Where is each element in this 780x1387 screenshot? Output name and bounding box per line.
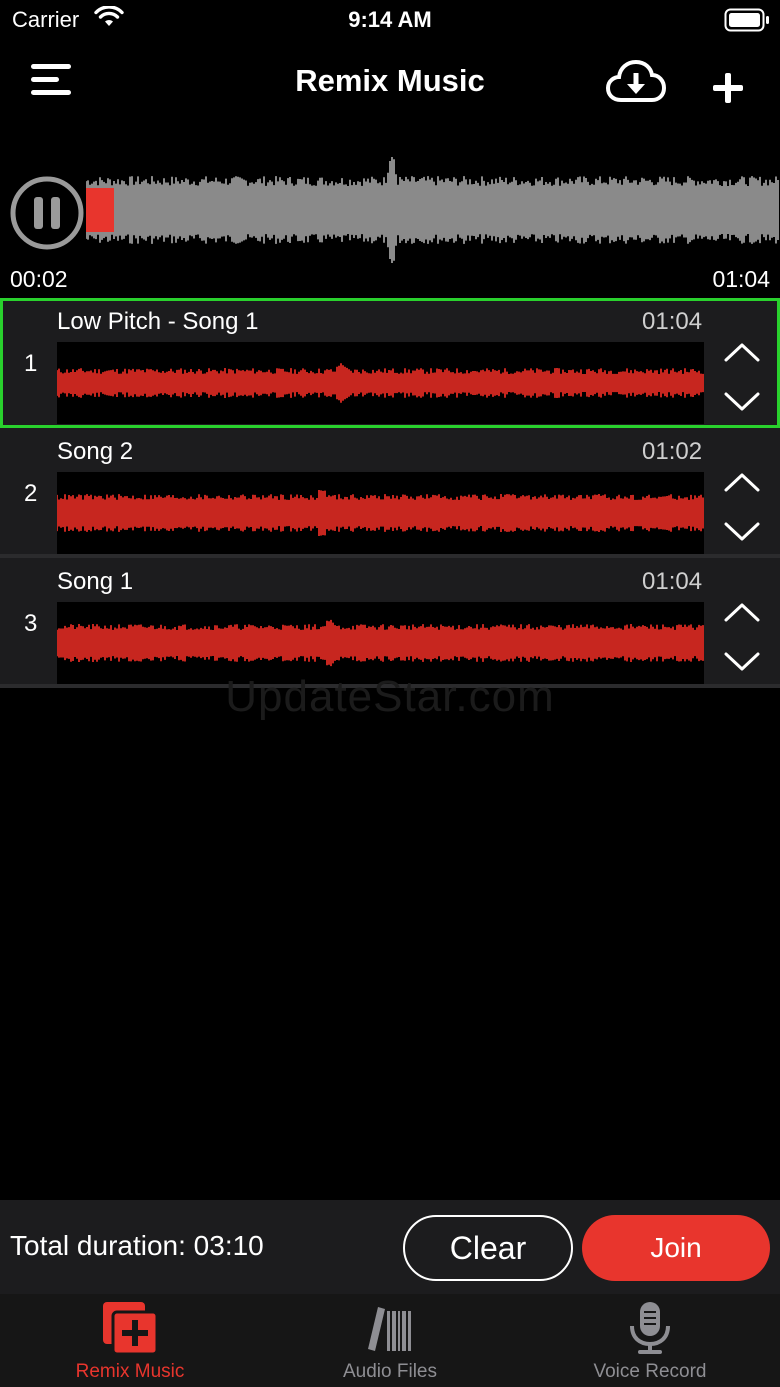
move-down-button[interactable] <box>722 390 762 419</box>
move-up-button[interactable] <box>722 600 762 629</box>
waveform-path <box>57 490 704 536</box>
remix-icon <box>103 1302 159 1356</box>
total-time: 01:04 <box>712 266 770 292</box>
track-name: Low Pitch - Song 1 <box>57 308 259 335</box>
tab-voice-record[interactable]: Voice Record <box>520 1294 780 1387</box>
chevron-up-icon <box>724 473 760 492</box>
track-duration: 01:04 <box>642 568 703 595</box>
track-waveform[interactable] <box>57 472 704 554</box>
microphone-icon <box>630 1302 670 1354</box>
move-up-button[interactable] <box>722 340 762 369</box>
tab-remix-music[interactable]: Remix Music <box>0 1294 260 1387</box>
tab-bar: Remix Music Audio Files Voice Record <box>0 1294 780 1387</box>
track-index: 3 <box>24 610 38 637</box>
nav-bar: Remix Music <box>0 50 780 114</box>
total-duration-label: Total duration: 03:10 <box>10 1230 264 1261</box>
chevron-down-icon <box>724 522 760 541</box>
chevron-down-icon <box>724 652 760 671</box>
track-duration: 01:02 <box>642 438 703 465</box>
track-row[interactable]: 1 Low Pitch - Song 1 01:04 <box>0 298 780 428</box>
join-button[interactable]: Join <box>582 1215 770 1281</box>
track-list: 1 Low Pitch - Song 1 01:04 2 Song 2 01:0… <box>0 298 780 688</box>
clear-button[interactable]: Clear <box>403 1215 573 1281</box>
track-name: Song 2 <box>57 438 134 465</box>
tab-audio-files[interactable]: Audio Files <box>260 1294 520 1387</box>
status-bar: Carrier 9:14 AM <box>0 0 780 40</box>
current-time: 00:02 <box>10 266 68 292</box>
chevron-up-icon <box>724 343 760 362</box>
played-progress <box>86 188 114 232</box>
footer-bar: Total duration: 03:10 Clear Join <box>0 1200 780 1294</box>
waveform-path <box>57 619 704 667</box>
cloud-download-button[interactable] <box>605 58 667 111</box>
track-index: 1 <box>24 350 38 377</box>
battery-icon <box>724 8 770 37</box>
library-icon <box>368 1307 411 1351</box>
cloud-download-icon <box>605 59 667 102</box>
player: 00:02 01:04 <box>0 150 780 295</box>
clock-label: 9:14 AM <box>348 7 432 32</box>
waveform-path <box>86 157 779 263</box>
track-row[interactable]: 2 Song 2 01:02 <box>0 428 780 558</box>
watermark: UpdateStar.com <box>225 672 555 721</box>
track-duration: 01:04 <box>642 308 703 335</box>
track-waveform[interactable] <box>57 342 704 424</box>
tab-label: Voice Record <box>593 1361 707 1382</box>
main-waveform[interactable] <box>86 150 780 270</box>
tab-label: Remix Music <box>75 1361 185 1382</box>
track-name: Song 1 <box>57 568 134 595</box>
move-down-button[interactable] <box>722 520 762 549</box>
tab-label: Audio Files <box>343 1361 437 1382</box>
add-button[interactable] <box>708 68 748 113</box>
pause-icon <box>10 176 84 250</box>
waveform-path <box>57 363 704 403</box>
plus-icon <box>713 73 743 103</box>
move-up-button[interactable] <box>722 470 762 499</box>
chevron-down-icon <box>724 392 760 411</box>
track-index: 2 <box>24 480 38 507</box>
track-row[interactable]: 3 Song 1 01:04 <box>0 558 780 688</box>
pause-button[interactable] <box>10 176 84 250</box>
chevron-up-icon <box>724 603 760 622</box>
